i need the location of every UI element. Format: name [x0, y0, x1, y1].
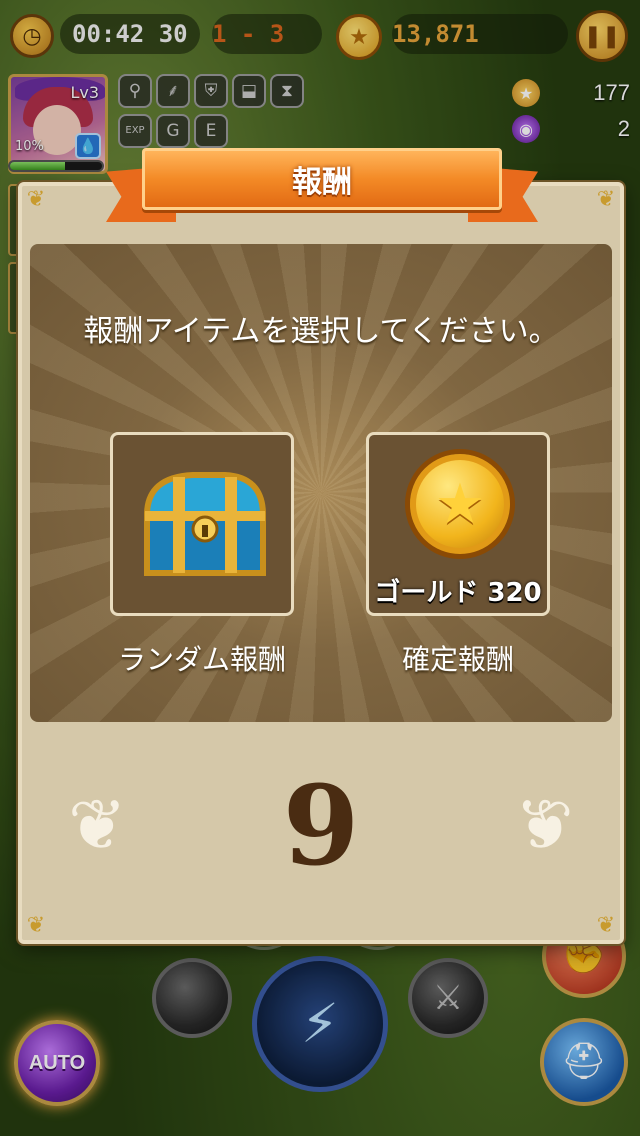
- fixed-reward-option[interactable]: ★ ゴールド 320: [366, 432, 550, 616]
- random-reward-label: ランダム報酬: [117, 643, 286, 676]
- banner-body: 報酬: [142, 148, 502, 210]
- dialog-banner: 報酬: [106, 148, 538, 222]
- corner-ornament: ❦: [596, 913, 616, 938]
- treasure-chest-icon: [143, 472, 267, 576]
- fixed-reward-amount: ゴールド 320: [374, 578, 542, 608]
- countdown-timer: 9: [282, 761, 360, 890]
- corner-ornament: ❦: [596, 187, 616, 212]
- reward-prompt: 報酬アイテムを選択してください。: [83, 314, 559, 349]
- reward-panel: 報酬アイテムを選択してください。 ★ ゴールド 320 ランダム報酬 確定報酬: [30, 244, 612, 722]
- dialog-title: 報酬: [292, 165, 352, 200]
- corner-ornament: ❦: [26, 187, 46, 212]
- random-reward-option[interactable]: [110, 432, 294, 616]
- corner-ornament: ❦: [26, 913, 46, 938]
- fixed-reward-label: 確定報酬: [401, 643, 514, 676]
- gold-coin-icon: ★: [405, 449, 515, 559]
- reward-dialog: ❦ ❦ ❦ ❦ 報酬アイテムを選択してください。 ★ ゴールド 320 ランダム…: [18, 148, 624, 944]
